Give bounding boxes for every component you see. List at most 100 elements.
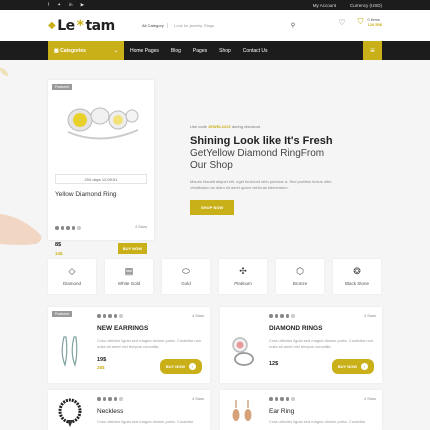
main-nav: ▦ Categories ⌄ Home Pages Blog Pages Sho… (0, 41, 430, 60)
category-black-stone[interactable]: ❂ Black Stone (333, 259, 381, 294)
buy-now-button[interactable]: BUY NOW › (331, 359, 374, 374)
star-icon (274, 397, 278, 401)
product-card-diamond-rings[interactable]: 4 Stars DIAMOND RINGS Cras ultricies lig… (220, 307, 382, 383)
star-icon (274, 314, 278, 318)
star-icon (71, 226, 75, 230)
my-account-link[interactable]: My Account (313, 3, 336, 8)
facebook-icon[interactable]: f (48, 2, 49, 8)
hero-subline-2: Our Shop (190, 160, 233, 171)
price-new: 8$ (55, 242, 62, 248)
nav-shop[interactable]: Shop (219, 48, 231, 54)
arrow-right-icon: › (361, 363, 368, 370)
twitter-icon[interactable]: ✦ (57, 2, 61, 8)
star-icon (77, 226, 81, 230)
star-icon (60, 226, 64, 230)
hero-text: Use code JEWEL2222 during checkout Shini… (190, 124, 370, 215)
category-gold[interactable]: ⬭ Gold (162, 259, 210, 294)
featured-product-card[interactable]: Featured 204 days 12:09:51 Yellow Diamon… (48, 80, 154, 256)
categories-dropdown[interactable]: ▦ Categories ⌄ (48, 41, 124, 60)
product-card-new-earrings[interactable]: Featured 4 Stars NEW EARRINGS Cras ultri… (48, 307, 210, 383)
product-info: 4 Stars DIAMOND RINGS Cras ultricies lig… (269, 314, 376, 350)
category-platinum[interactable]: ✣ Platinum (219, 259, 267, 294)
nav-blog[interactable]: Blog (171, 48, 181, 54)
rating-label: 4 Stars (191, 397, 204, 401)
star-icon (108, 314, 112, 318)
category-diamond[interactable]: ◇ Diamond (48, 259, 96, 294)
product-name[interactable]: NEW EARRINGS (97, 325, 204, 332)
star-icon (119, 397, 123, 401)
social-links: f ✦ in ▶ (48, 2, 84, 8)
star-icon (291, 397, 295, 401)
buy-now-button[interactable]: BUY NOW › (159, 359, 202, 374)
product-info: 4 Stars Ear Ring Cras ultricies ligula s… (269, 397, 376, 425)
product-name[interactable]: Neckless (97, 408, 204, 415)
promo-pre: Use code (190, 124, 207, 129)
diamond-rings-image (228, 321, 256, 381)
featured-badge: Featured (52, 311, 73, 317)
category-label: White Gold (117, 281, 141, 286)
cart-item-count: 0 items (367, 17, 380, 22)
category-label: Bronze (292, 281, 308, 286)
category-label: Gold (181, 281, 191, 286)
featured-badge: Featured (52, 84, 73, 90)
rating-label: 4 Stars (363, 314, 376, 318)
star-icon (97, 314, 101, 318)
linkedin-icon[interactable]: in (69, 2, 73, 8)
nav-contact-us[interactable]: Contact Us (243, 48, 268, 54)
hero-section: Featured 204 days 12:09:51 Yellow Diamon… (0, 60, 430, 256)
category-white-gold[interactable]: ▤ White Gold (105, 259, 153, 294)
star-icon (66, 226, 70, 230)
logo[interactable]: ◆ Le * tam (48, 18, 115, 34)
product-name[interactable]: DIAMOND RINGS (269, 325, 376, 332)
promo-code: JEWEL2222 (208, 124, 231, 129)
category-label: Diamond (62, 281, 81, 286)
wishlist-heart-icon[interactable]: ♡ (338, 18, 345, 27)
cart-total: 120.50$ (367, 21, 382, 27)
product-card-ear-ring[interactable]: 4 Stars Ear Ring Cras ultricies ligula s… (220, 390, 382, 430)
promo-code-line: Use code JEWEL2222 during checkout (190, 124, 370, 129)
category-bronze[interactable]: ⬡ Bronze (276, 259, 324, 294)
price-new: 19$ (97, 357, 107, 363)
hero-description-2: Vestibulum ac diam sit amet quam vehicul… (190, 185, 289, 190)
star-icon (113, 314, 117, 318)
category-row: ◇ Diamond ▤ White Gold ⬭ Gold ✣ Platinum… (48, 259, 382, 294)
ear-ring-image (228, 396, 256, 430)
top-bar: f ✦ in ▶ My Account Currency (USD) (0, 0, 430, 10)
shop-now-button[interactable]: SHOP NOW (190, 200, 235, 215)
product-description: Cras ultricies ligula sed magna dictum p… (269, 337, 374, 349)
hamburger-menu-icon[interactable]: ≡ (363, 41, 382, 60)
search-icon[interactable]: ⚲ (288, 22, 298, 29)
product-info: 4 Stars Neckless Cras ultricies ligula s… (97, 397, 204, 425)
bronze-icon: ⬡ (296, 266, 304, 276)
product-description: Cras ultricies ligula sed magna dictum p… (269, 418, 366, 424)
category-label: Platinum (234, 281, 252, 286)
youtube-icon[interactable]: ▶ (81, 2, 84, 8)
star-rating (97, 314, 204, 318)
currency-selector[interactable]: Currency (USD) (350, 3, 382, 8)
gold-bars-icon: ▤ (124, 266, 134, 276)
logo-text-post: tam (85, 17, 115, 34)
nav-home-pages[interactable]: Home Pages (130, 48, 159, 54)
hero-description-1: Mauris blandit aliquet elit, eget tincid… (190, 179, 333, 184)
star-icon (97, 397, 101, 401)
rating-label: 4 Stars (191, 314, 204, 318)
menu: Home Pages Blog Pages Shop Contact Us (130, 48, 268, 54)
star-rating (269, 314, 376, 318)
nav-pages[interactable]: Pages (193, 48, 207, 54)
hero-subline-1: GetYellow Diamond RingFrom (190, 148, 325, 159)
star-icon (291, 314, 295, 318)
search-input[interactable]: Look for jewelry, Rings (168, 23, 288, 28)
product-card-neckless[interactable]: 4 Stars Neckless Cras ultricies ligula s… (48, 390, 210, 430)
search-bar: All Category Look for jewelry, Rings ⚲ (138, 19, 298, 31)
diamond-ring-image (67, 107, 139, 140)
category-label: Black Stone (344, 281, 369, 286)
search-category-select[interactable]: All Category (138, 22, 168, 28)
logo-text-pre: Le (57, 17, 75, 34)
platinum-icon: ✣ (239, 266, 247, 276)
product-name[interactable]: Yellow Diamond Ring (55, 191, 117, 198)
buy-now-button[interactable]: BUY NOW (117, 243, 147, 254)
cart[interactable]: ⛉ 0 items 120.50$ (358, 17, 382, 27)
price-old: 28$ (97, 365, 105, 370)
diamond-logo-icon: ◆ (48, 20, 56, 31)
product-name[interactable]: Ear Ring (269, 408, 376, 415)
